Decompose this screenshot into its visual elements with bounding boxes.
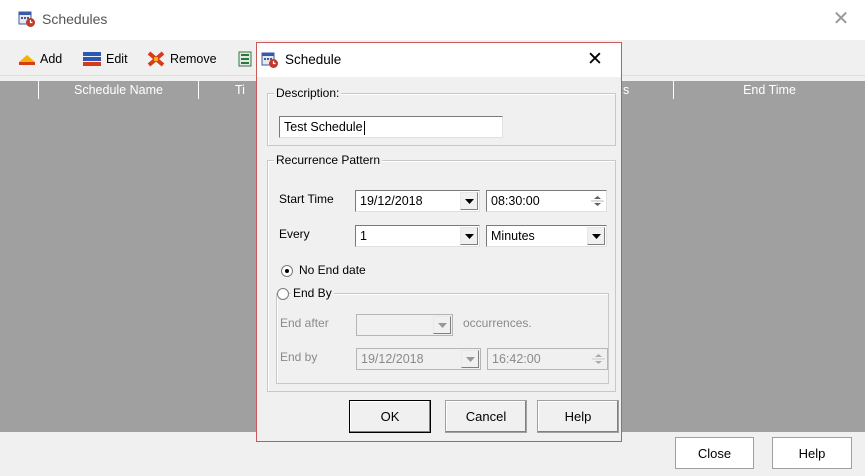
- column-header-schedule-name[interactable]: Schedule Name: [38, 81, 198, 99]
- occurrences-label: occurrences.: [463, 316, 532, 330]
- dropdown-arrow-icon: [465, 234, 474, 239]
- description-label: Description:: [274, 86, 342, 100]
- no-end-date-label: No End date: [299, 263, 366, 277]
- schedule-dialog: Schedule ✕ Description: Test Schedule Re…: [256, 42, 622, 442]
- end-by-group: End By End after occurrences. End by 19/…: [276, 286, 609, 384]
- dialog-titlebar: Schedule ✕: [257, 43, 621, 77]
- add-button[interactable]: Add: [18, 49, 62, 69]
- edit-button[interactable]: Edit: [82, 49, 128, 69]
- add-icon: [19, 55, 35, 65]
- end-time-spin[interactable]: [591, 350, 606, 368]
- start-time-field[interactable]: 08:30:00: [486, 190, 607, 212]
- start-date-value: 19/12/2018: [360, 194, 423, 208]
- help-button[interactable]: Help: [772, 437, 852, 469]
- edit-label: Edit: [106, 52, 128, 66]
- add-label: Add: [40, 52, 63, 66]
- dropdown-arrow-icon: [466, 357, 475, 362]
- schedule-app-icon: [18, 11, 35, 27]
- description-group: Description: Test Schedule: [267, 86, 616, 146]
- end-date-dropdown-button[interactable]: [461, 350, 479, 368]
- toolbar-extra-button[interactable]: [238, 49, 252, 69]
- end-after-label: End after: [280, 316, 329, 330]
- end-time-field[interactable]: 16:42:00: [487, 348, 608, 370]
- end-by-group-label: End By: [291, 286, 334, 300]
- end-by-radio[interactable]: [277, 288, 289, 300]
- every-label: Every: [279, 227, 310, 241]
- schedules-window: Schedules ✕ Add Edit Remove Schedule Nam…: [0, 0, 865, 476]
- window-close-button[interactable]: ✕: [831, 8, 851, 30]
- no-end-date-radio[interactable]: [281, 265, 293, 277]
- end-after-dropdown-button[interactable]: [433, 316, 451, 334]
- schedule-app-icon: [261, 52, 278, 68]
- recurrence-pattern-label: Recurrence Pattern: [274, 153, 383, 167]
- dropdown-arrow-icon: [438, 323, 447, 328]
- dialog-close-button[interactable]: ✕: [585, 49, 605, 71]
- cancel-button[interactable]: Cancel: [445, 400, 527, 433]
- remove-button[interactable]: Remove: [146, 49, 217, 69]
- dialog-help-button[interactable]: Help: [537, 400, 619, 433]
- end-by-label: End by: [280, 350, 318, 364]
- recurrence-pattern-group: Recurrence Pattern Start Time 19/12/2018…: [267, 153, 616, 392]
- toolbar-extra-icon: [238, 51, 252, 67]
- description-value: Test Schedule: [284, 120, 363, 134]
- dropdown-arrow-icon: [465, 199, 474, 204]
- spin-arrows-icon: [591, 196, 604, 206]
- start-time-value: 08:30:00: [491, 194, 540, 208]
- start-date-dropdown-button[interactable]: [460, 192, 478, 210]
- start-date-picker[interactable]: 19/12/2018: [355, 190, 480, 212]
- end-time-value: 16:42:00: [492, 352, 541, 366]
- window-titlebar: Schedules ✕: [0, 0, 865, 40]
- remove-label: Remove: [170, 52, 217, 66]
- end-date-value: 19/12/2018: [361, 352, 424, 366]
- every-unit-dropdown-button[interactable]: [587, 227, 605, 245]
- every-unit-select[interactable]: Minutes: [486, 225, 607, 247]
- close-button[interactable]: Close: [675, 437, 754, 469]
- every-value-select[interactable]: 1: [355, 225, 480, 247]
- start-time-spin[interactable]: [590, 192, 605, 210]
- spin-arrows-icon: [592, 354, 605, 364]
- dropdown-arrow-icon: [592, 234, 601, 239]
- ok-button[interactable]: OK: [349, 400, 431, 433]
- every-unit-value: Minutes: [491, 229, 535, 243]
- end-date-picker[interactable]: 19/12/2018: [356, 348, 481, 370]
- start-time-label: Start Time: [279, 192, 334, 206]
- end-after-select[interactable]: [356, 314, 453, 336]
- every-value-dropdown-button[interactable]: [460, 227, 478, 245]
- every-value: 1: [360, 229, 367, 243]
- edit-icon: [83, 52, 101, 66]
- column-header-end-time[interactable]: End Time: [673, 81, 865, 99]
- window-title: Schedules: [42, 11, 108, 27]
- dialog-title: Schedule: [285, 52, 342, 67]
- remove-icon: [147, 51, 165, 67]
- description-input[interactable]: Test Schedule: [279, 116, 503, 138]
